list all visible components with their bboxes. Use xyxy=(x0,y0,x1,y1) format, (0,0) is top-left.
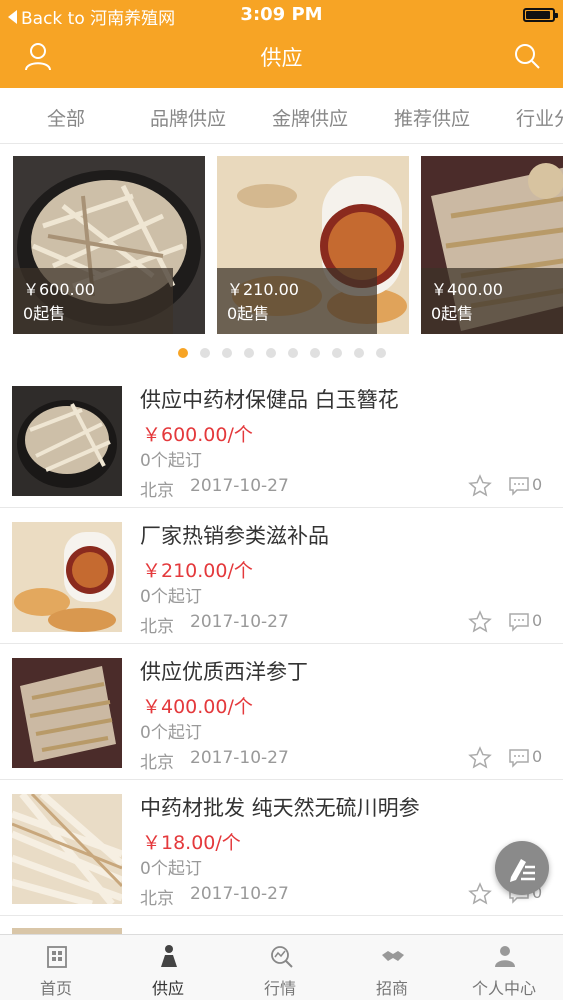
publish-fab-button[interactable] xyxy=(495,841,549,895)
category-tabs: 全部 品牌供应 金牌供应 推荐供应 行业分 xyxy=(0,88,563,144)
bottom-tab-bar: 首页 供应 行情 招商 个人中心 xyxy=(0,934,563,1000)
item-price: ￥210.00/个 xyxy=(142,560,253,582)
pager-dot[interactable] xyxy=(288,348,298,358)
item-date: 2017-10-27 xyxy=(190,612,289,632)
tab-supply[interactable]: 供应 xyxy=(112,935,224,1000)
pager-dot[interactable] xyxy=(376,348,386,358)
pager-dot[interactable] xyxy=(178,348,188,358)
search-icon[interactable] xyxy=(511,40,543,72)
market-icon xyxy=(271,946,293,968)
comment-count: 0 xyxy=(532,611,543,630)
list-item[interactable]: 中药材批发 纯天然无硫川明参 ￥18.00/个 0个起订 北京 2017-10-… xyxy=(0,780,563,916)
item-location: 北京 xyxy=(140,481,174,501)
carousel-card[interactable]: ￥210.00 0起售 xyxy=(217,156,409,334)
tab-industry[interactable]: 行业分 xyxy=(516,104,563,131)
list-item[interactable]: 供应中药材保健品 白玉簪花 ￥600.00/个 0个起订 北京 2017-10-… xyxy=(0,372,563,508)
item-location: 北京 xyxy=(140,617,174,637)
tab-home[interactable]: 首页 xyxy=(0,935,112,1000)
item-date: 2017-10-27 xyxy=(190,884,289,904)
product-thumbnail xyxy=(12,522,122,632)
item-moq: 0个起订 xyxy=(140,587,202,607)
item-title: 厂家热销参类滋补品 xyxy=(140,524,329,548)
carousel-card[interactable]: ￥600.00 0起售 xyxy=(13,156,205,334)
card-overlay: ￥210.00 0起售 xyxy=(217,268,377,334)
tab-market[interactable]: 行情 xyxy=(224,935,336,1000)
tab-label: 行情 xyxy=(263,979,296,998)
product-thumbnail xyxy=(12,794,122,904)
tab-recommended-supply[interactable]: 推荐供应 xyxy=(394,104,470,131)
item-moq: 0个起订 xyxy=(140,723,202,743)
comment-icon[interactable] xyxy=(508,748,530,768)
card-overlay: ￥600.00 0起售 xyxy=(13,268,173,334)
tab-gold-supply[interactable]: 金牌供应 xyxy=(272,104,348,131)
pager-dot[interactable] xyxy=(200,348,210,358)
pager-dot[interactable] xyxy=(310,348,320,358)
comment-icon[interactable] xyxy=(508,476,530,496)
item-location: 北京 xyxy=(140,889,174,909)
list-item[interactable]: 供应优质西洋参丁 ￥400.00/个 0个起订 北京 2017-10-27 0 xyxy=(0,644,563,780)
handshake-icon xyxy=(382,951,404,961)
tab-profile[interactable]: 个人中心 xyxy=(448,935,560,1000)
tab-all[interactable]: 全部 xyxy=(47,104,85,131)
comment-count: 0 xyxy=(532,475,543,494)
tab-investment[interactable]: 招商 xyxy=(336,935,448,1000)
tab-label: 首页 xyxy=(39,979,72,998)
item-moq: 0个起订 xyxy=(140,859,202,879)
item-price: ￥18.00/个 xyxy=(142,832,241,854)
card-price: ￥600.00 xyxy=(23,280,95,299)
card-overlay: ￥400.00 0起售 xyxy=(421,268,563,334)
status-time: 3:09 PM xyxy=(240,4,323,25)
favorite-star-icon[interactable] xyxy=(468,746,492,770)
favorite-star-icon[interactable] xyxy=(468,610,492,634)
product-thumbnail xyxy=(12,386,122,496)
tab-label: 招商 xyxy=(375,979,408,998)
page-title: 供应 xyxy=(260,46,303,70)
card-moq: 0起售 xyxy=(227,304,270,323)
item-title: 供应中药材保健品 白玉簪花 xyxy=(140,388,399,412)
comment-count: 0 xyxy=(532,747,543,766)
tab-brand-supply[interactable]: 品牌供应 xyxy=(150,104,226,131)
pager-dot[interactable] xyxy=(332,348,342,358)
battery-icon xyxy=(523,8,558,22)
status-bar: Back to 河南养殖网 3:09 PM xyxy=(0,0,563,30)
pager-dot[interactable] xyxy=(266,348,276,358)
carousel-card[interactable]: ￥400.00 0起售 xyxy=(421,156,563,334)
favorite-star-icon[interactable] xyxy=(468,882,492,906)
pager-dot[interactable] xyxy=(354,348,364,358)
item-price: ￥600.00/个 xyxy=(142,424,253,446)
card-moq: 0起售 xyxy=(431,304,474,323)
item-price: ￥400.00/个 xyxy=(142,696,253,718)
comment-icon[interactable] xyxy=(508,612,530,632)
list-item-partial[interactable] xyxy=(0,916,563,936)
supply-icon xyxy=(161,945,177,967)
tab-label: 个人中心 xyxy=(471,979,536,998)
card-price: ￥400.00 xyxy=(431,280,503,299)
edit-icon xyxy=(510,859,535,882)
card-moq: 0起售 xyxy=(23,304,66,323)
favorite-star-icon[interactable] xyxy=(468,474,492,498)
item-title: 中药材批发 纯天然无硫川明参 xyxy=(140,796,420,820)
list-item[interactable]: 厂家热销参类滋补品 ￥210.00/个 0个起订 北京 2017-10-27 0 xyxy=(0,508,563,644)
item-date: 2017-10-27 xyxy=(190,476,289,496)
featured-carousel[interactable]: ￥600.00 0起售 ￥210.00 0起售 ￥400.00 0起售 xyxy=(0,156,563,334)
item-title: 供应优质西洋参丁 xyxy=(140,660,308,684)
card-price: ￥210.00 xyxy=(227,280,299,299)
item-moq: 0个起订 xyxy=(140,451,202,471)
profile-icon xyxy=(495,946,515,967)
tab-label: 供应 xyxy=(151,979,184,998)
home-icon xyxy=(47,946,67,968)
pager-dot[interactable] xyxy=(244,348,254,358)
top-bar: Back to 河南养殖网 3:09 PM 供应 xyxy=(0,0,563,88)
item-date: 2017-10-27 xyxy=(190,748,289,768)
product-thumbnail xyxy=(12,658,122,768)
pager-dot[interactable] xyxy=(222,348,232,358)
item-location: 北京 xyxy=(140,753,174,773)
